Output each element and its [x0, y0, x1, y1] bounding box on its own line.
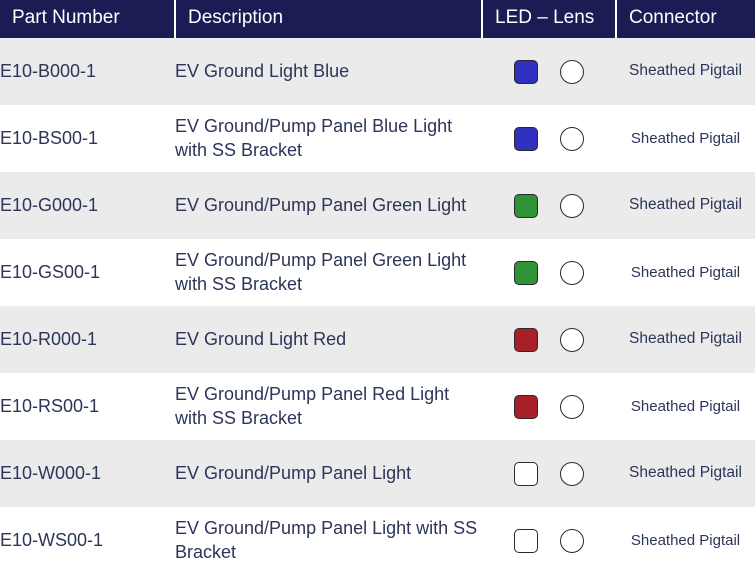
cell-part-number: E10-GS00-1 — [0, 261, 101, 282]
cell-connector: Sheathed Pigtail — [629, 196, 742, 214]
cell-part-number: E10-W000-1 — [0, 462, 102, 483]
led-lens-group — [482, 461, 616, 486]
cell-connector: Sheathed Pigtail — [630, 397, 741, 415]
table-row[interactable]: E10-B000-1 EV Ground Light Blue Sheathed P… — [0, 38, 755, 105]
cell-connector: Sheathed Pigtail — [629, 330, 742, 348]
cell-description: EV Ground Light Blue — [175, 60, 350, 81]
led-lens-group — [482, 59, 616, 84]
table-row[interactable]: E10-R000-1 EV Ground Light Red Sheathed Pi… — [0, 306, 755, 373]
column-header-connector[interactable]: Connector — [616, 0, 755, 38]
led-lens-group — [482, 394, 616, 419]
cell-part-number: E10-BS00-1 — [0, 127, 99, 148]
led-color-swatch-icon — [514, 126, 538, 151]
cell-led-lens — [482, 507, 616, 574]
cell-part-number: E10-B000-1 — [0, 60, 97, 81]
led-color-swatch-icon — [514, 394, 538, 419]
cell-connector: Sheathed Pigtail — [630, 531, 741, 549]
lens-circle-icon — [560, 59, 584, 84]
cell-led-lens — [482, 105, 616, 172]
column-header-led-lens[interactable]: LED – Lens — [482, 0, 617, 38]
led-lens-group — [482, 193, 616, 218]
product-table: Part Number Description LED – Lens Conne… — [0, 0, 755, 574]
led-color-swatch-icon — [514, 260, 538, 285]
led-lens-group — [482, 528, 616, 553]
cell-description: EV Ground/Pump Panel Light with SS Brack… — [175, 518, 478, 562]
led-color-swatch-icon — [514, 193, 538, 218]
table-row[interactable]: E10-BS00-1 EV Ground/Pump Panel Blue Ligh… — [0, 105, 755, 172]
table-row[interactable]: E10-G000-1 EV Ground/Pump Panel Green Lig… — [0, 172, 755, 239]
table-header-row: Part Number Description LED – Lens Conne… — [0, 0, 755, 38]
cell-connector: Sheathed Pigtail — [630, 263, 741, 281]
cell-part-number: E10-WS00-1 — [0, 529, 104, 550]
lens-circle-icon — [560, 260, 584, 285]
table-row[interactable]: E10-GS00-1 EV Ground/Pump Panel Green Lig… — [0, 239, 755, 306]
led-lens-group — [482, 126, 616, 151]
cell-part-number: E10-G000-1 — [0, 194, 99, 215]
cell-description: EV Ground/Pump Panel Green Light — [175, 194, 467, 215]
column-header-part-number[interactable]: Part Number — [0, 0, 176, 38]
cell-led-lens — [482, 38, 616, 105]
table-row[interactable]: E10-W000-1 EV Ground/Pump Panel Light Shea… — [0, 440, 755, 507]
led-color-swatch-icon — [514, 528, 538, 553]
cell-led-lens — [482, 239, 616, 306]
table-row[interactable]: E10-RS00-1 EV Ground/Pump Panel Red Light… — [0, 373, 755, 440]
led-color-swatch-icon — [514, 327, 538, 352]
led-color-swatch-icon — [514, 461, 538, 486]
cell-led-lens — [482, 373, 616, 440]
table-body: E10-B000-1 EV Ground Light Blue Sheathed P… — [0, 38, 755, 574]
cell-description: EV Ground/Pump Panel Blue Light with SS … — [175, 116, 453, 160]
lens-circle-icon — [560, 528, 584, 553]
cell-connector: Sheathed Pigtail — [630, 129, 741, 147]
table-row[interactable]: E10-WS00-1 EV Ground/Pump Panel Light wit… — [0, 507, 755, 574]
cell-connector: Sheathed Pigtail — [629, 62, 742, 80]
lens-circle-icon — [560, 193, 584, 218]
led-color-swatch-icon — [514, 59, 538, 84]
lens-circle-icon — [560, 461, 584, 486]
cell-description: EV Ground/Pump Panel Red Light with SS B… — [175, 384, 450, 428]
led-lens-group — [482, 260, 616, 285]
cell-description: EV Ground Light Red — [175, 328, 347, 349]
cell-connector: Sheathed Pigtail — [629, 464, 742, 482]
table-header: Part Number Description LED – Lens Conne… — [0, 0, 755, 38]
cell-led-lens — [482, 172, 616, 239]
cell-led-lens — [482, 440, 616, 507]
column-header-description[interactable]: Description — [175, 0, 483, 38]
lens-circle-icon — [560, 327, 584, 352]
cell-part-number: E10-RS00-1 — [0, 395, 100, 416]
led-lens-group — [482, 327, 616, 352]
cell-description: EV Ground/Pump Panel Light — [175, 462, 412, 483]
lens-circle-icon — [560, 394, 584, 419]
cell-part-number: E10-R000-1 — [0, 328, 98, 349]
lens-circle-icon — [560, 126, 584, 151]
cell-led-lens — [482, 306, 616, 373]
cell-description: EV Ground/Pump Panel Green Light with SS… — [175, 250, 467, 294]
